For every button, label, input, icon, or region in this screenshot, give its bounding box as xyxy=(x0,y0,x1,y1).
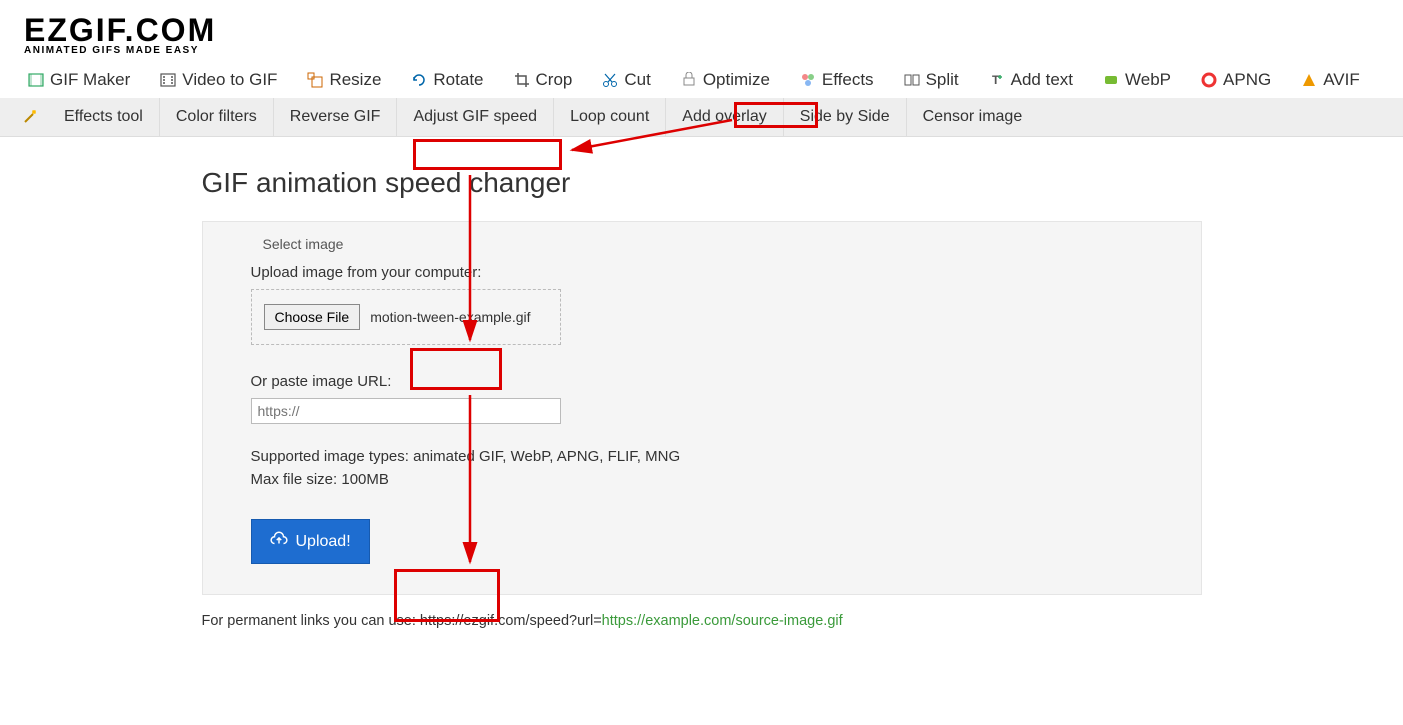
main-nav: GIF Maker Video to GIF Resize Rotate Cro… xyxy=(0,62,1403,98)
nav-webp[interactable]: WebP xyxy=(1103,70,1171,90)
choose-file-button[interactable]: Choose File xyxy=(264,304,361,330)
subnav-side-by-side[interactable]: Side by Side xyxy=(783,98,906,136)
nav-effects[interactable]: Effects xyxy=(800,70,874,90)
logo-title[interactable]: EZGIF.COM xyxy=(24,12,1379,49)
main-container: GIF animation speed changer Select image… xyxy=(192,167,1212,649)
effects-icon xyxy=(800,72,816,88)
subnav-censor-image[interactable]: Censor image xyxy=(906,98,1039,136)
subnav-adjust-speed[interactable]: Adjust GIF speed xyxy=(396,98,553,136)
nav-avif[interactable]: AVIF xyxy=(1301,70,1360,90)
avif-icon xyxy=(1301,72,1317,88)
select-image-fieldset: Select image Upload image from your comp… xyxy=(243,246,1161,564)
nav-add-text[interactable]: TAdd text xyxy=(989,70,1073,90)
subnav-color-filters[interactable]: Color filters xyxy=(159,98,273,136)
selected-file-name: motion-tween-example.gif xyxy=(370,309,530,325)
nav-video-to-gif[interactable]: Video to GIF xyxy=(160,70,277,90)
nav-crop[interactable]: Crop xyxy=(514,70,573,90)
split-icon xyxy=(904,72,920,88)
upload-label: Upload image from your computer: xyxy=(251,264,1161,281)
url-label: Or paste image URL: xyxy=(251,373,1161,390)
text-icon: T xyxy=(989,72,1005,88)
rotate-icon xyxy=(411,72,427,88)
svg-text:T: T xyxy=(992,73,1000,87)
subnav-add-overlay[interactable]: Add overlay xyxy=(665,98,783,136)
logo-subtitle: ANIMATED GIFS MADE EASY xyxy=(24,45,1379,56)
nav-resize[interactable]: Resize xyxy=(307,70,381,90)
example-url-link[interactable]: https://example.com/source-image.gif xyxy=(602,613,843,629)
crop-icon xyxy=(514,72,530,88)
subnav-loop-count[interactable]: Loop count xyxy=(553,98,665,136)
permanent-link-hint: For permanent links you can use: https:/… xyxy=(202,613,1202,649)
video-icon xyxy=(160,72,176,88)
url-input[interactable] xyxy=(251,398,561,424)
sub-nav: Effects tool Color filters Reverse GIF A… xyxy=(0,98,1403,137)
resize-icon xyxy=(307,72,323,88)
cloud-upload-icon xyxy=(270,530,288,553)
upload-panel: Select image Upload image from your comp… xyxy=(202,221,1202,595)
page-title: GIF animation speed changer xyxy=(202,167,1202,199)
nav-rotate[interactable]: Rotate xyxy=(411,70,483,90)
subnav-effects-tool[interactable]: Effects tool xyxy=(48,98,159,136)
page-root: EZGIF.COM ANIMATED GIFS MADE EASY GIF Ma… xyxy=(0,0,1403,649)
cut-icon xyxy=(602,72,618,88)
highlight-adjust-speed xyxy=(413,139,562,170)
film-icon xyxy=(28,72,44,88)
fieldset-legend: Select image xyxy=(259,236,348,252)
nav-optimize[interactable]: Optimize xyxy=(681,70,770,90)
subnav-reverse-gif[interactable]: Reverse GIF xyxy=(273,98,397,136)
optimize-icon xyxy=(681,72,697,88)
nav-apng[interactable]: APNG xyxy=(1201,70,1271,90)
wand-icon xyxy=(12,98,48,136)
nav-gif-maker[interactable]: GIF Maker xyxy=(28,70,130,90)
supported-types: Supported image types: animated GIF, Web… xyxy=(251,446,1161,491)
logo-block: EZGIF.COM ANIMATED GIFS MADE EASY xyxy=(0,0,1403,62)
upload-button[interactable]: Upload! xyxy=(251,519,370,564)
nav-split[interactable]: Split xyxy=(904,70,959,90)
file-dropzone[interactable]: Choose File motion-tween-example.gif xyxy=(251,289,561,345)
webp-icon xyxy=(1103,72,1119,88)
apng-icon xyxy=(1201,72,1217,88)
nav-cut[interactable]: Cut xyxy=(602,70,650,90)
